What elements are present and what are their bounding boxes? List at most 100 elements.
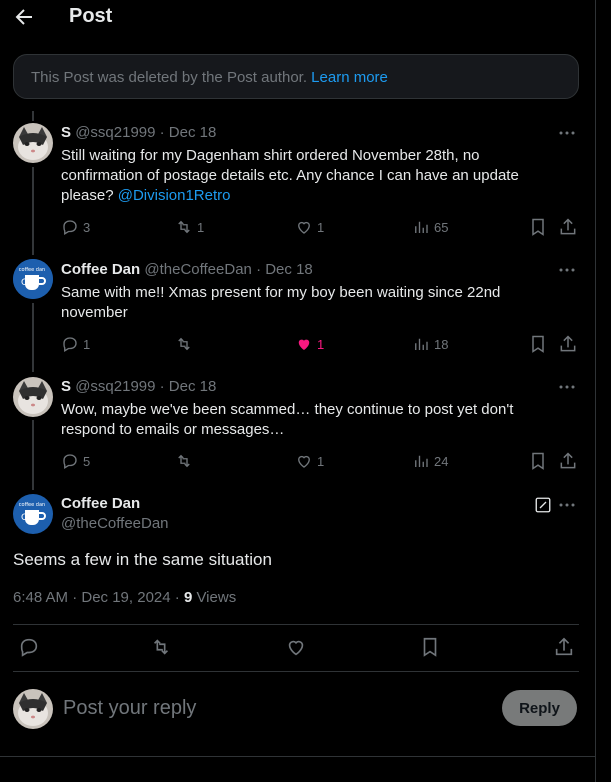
main-action-bar xyxy=(13,636,579,660)
thread-line xyxy=(32,111,34,121)
more-icon[interactable] xyxy=(557,260,577,280)
reply-header: Coffee Dan @theCoffeeDan · Dec 18 xyxy=(61,261,313,278)
repost-action[interactable] xyxy=(175,451,197,471)
views-action[interactable]: 18 xyxy=(412,334,448,354)
page-title: Post xyxy=(69,5,113,27)
thread-line xyxy=(32,303,34,372)
share-icon[interactable] xyxy=(558,451,578,471)
repost-icon xyxy=(178,454,190,468)
deleted-notice-text: This Post was deleted by the Post author… xyxy=(31,69,307,86)
avatar-coffee[interactable]: coffee dan C xyxy=(13,494,53,534)
views-count: 24 xyxy=(434,453,449,469)
repost-icon xyxy=(178,220,190,234)
reply-count: 3 xyxy=(83,219,91,235)
views-icon xyxy=(415,221,428,233)
main-author-name[interactable]: Coffee Dan xyxy=(61,495,140,512)
more-icon[interactable] xyxy=(557,495,577,515)
post-date[interactable]: · Dec 18 xyxy=(160,124,217,141)
bookmark-icon[interactable] xyxy=(528,217,548,237)
reply-header: S @ssq21999 · Dec 18 xyxy=(61,378,216,395)
main-author-handle[interactable]: @theCoffeeDan xyxy=(61,515,169,532)
author-handle[interactable]: @ssq21999 xyxy=(75,124,155,141)
post-date[interactable]: · Dec 18 xyxy=(256,261,313,278)
main-post-text: Seems a few in the same situation xyxy=(13,550,272,569)
views-action[interactable]: 24 xyxy=(412,451,448,471)
views-label: Views xyxy=(192,589,237,606)
views-action[interactable]: 65 xyxy=(412,217,448,237)
action-bar: 3 1 1 65 xyxy=(61,217,581,237)
reply-header: S @ssq21999 · Dec 18 xyxy=(61,124,216,141)
post-meta: 6:48 AM · Dec 19, 2024 · 9 Views xyxy=(13,589,236,606)
like-action[interactable]: 1 xyxy=(295,217,324,237)
reply-text: Wow, maybe we've been scammed… they cont… xyxy=(61,401,514,438)
like-icon xyxy=(298,455,310,468)
divider xyxy=(13,624,579,625)
share-icon[interactable] xyxy=(553,636,575,658)
avatar-coffee[interactable]: coffee dan C xyxy=(13,259,53,299)
svg-text:coffee dan: coffee dan xyxy=(19,502,45,508)
edit-icon[interactable] xyxy=(534,496,552,514)
author-handle[interactable]: @ssq21999 xyxy=(75,378,155,395)
bookmark-icon[interactable] xyxy=(528,451,548,471)
learn-more-link[interactable]: Learn more xyxy=(311,69,388,86)
share-icon[interactable] xyxy=(558,334,578,354)
reply-icon[interactable] xyxy=(18,636,40,658)
bookmark-icon[interactable] xyxy=(419,636,441,658)
like-icon xyxy=(298,221,310,234)
views-count: 18 xyxy=(434,336,449,352)
repost-icon xyxy=(178,337,190,351)
reply-count: 1 xyxy=(83,336,91,352)
thread-line xyxy=(32,167,34,255)
avatar-cat[interactable] xyxy=(13,123,53,163)
reply-input[interactable]: Post your reply xyxy=(63,697,196,720)
reply-text: Same with me!! Xmas present for my boy b… xyxy=(61,284,501,321)
views-icon xyxy=(415,455,428,467)
back-arrow-icon[interactable] xyxy=(12,5,36,29)
author-name[interactable]: S xyxy=(61,124,71,141)
more-icon[interactable] xyxy=(557,377,577,397)
more-icon[interactable] xyxy=(557,123,577,143)
author-name[interactable]: Coffee Dan xyxy=(61,261,140,278)
repost-count: 1 xyxy=(197,219,205,235)
author-handle[interactable]: @theCoffeeDan xyxy=(144,261,252,278)
reply-text: Still waiting for my Dagenham shirt orde… xyxy=(61,146,551,206)
divider xyxy=(0,756,595,757)
mention-link[interactable]: @Division1Retro xyxy=(118,187,231,204)
like-icon-active xyxy=(298,339,310,350)
views-icon xyxy=(415,338,428,350)
reply-action[interactable]: 3 xyxy=(61,217,90,237)
repost-action[interactable]: 1 xyxy=(175,217,204,237)
like-icon[interactable] xyxy=(285,636,307,658)
header: Post xyxy=(0,0,595,34)
avatar-cat[interactable] xyxy=(13,377,53,417)
post-date[interactable]: · Dec 18 xyxy=(160,378,217,395)
svg-text:C: C xyxy=(21,513,27,523)
reply-icon xyxy=(63,337,77,352)
reply-action[interactable]: 1 xyxy=(61,334,90,354)
like-action[interactable]: 1 xyxy=(295,334,324,354)
like-count: 1 xyxy=(317,453,325,469)
reply-button[interactable]: Reply xyxy=(502,690,577,726)
reply-icon xyxy=(63,454,77,469)
bookmark-icon[interactable] xyxy=(528,334,548,354)
reply-icon xyxy=(63,220,77,235)
thread-line xyxy=(32,420,34,490)
reply-count: 5 xyxy=(83,453,91,469)
like-count: 1 xyxy=(317,336,325,352)
composer-avatar[interactable] xyxy=(13,689,53,729)
views-count: 65 xyxy=(434,219,449,235)
like-count: 1 xyxy=(317,219,325,235)
post-timestamp[interactable]: 6:48 AM · Dec 19, 2024 · xyxy=(13,589,184,606)
reply-action[interactable]: 5 xyxy=(61,451,90,471)
column-border xyxy=(595,0,596,782)
svg-text:coffee dan: coffee dan xyxy=(19,267,45,273)
divider xyxy=(13,671,579,672)
repost-action[interactable] xyxy=(175,334,197,354)
like-action[interactable]: 1 xyxy=(295,451,324,471)
deleted-post-notice: This Post was deleted by the Post author… xyxy=(13,54,579,99)
author-name[interactable]: S xyxy=(61,378,71,395)
share-icon[interactable] xyxy=(558,217,578,237)
action-bar: 1 1 18 xyxy=(61,334,581,354)
repost-icon[interactable] xyxy=(150,636,172,658)
action-bar: 5 1 24 xyxy=(61,451,581,471)
